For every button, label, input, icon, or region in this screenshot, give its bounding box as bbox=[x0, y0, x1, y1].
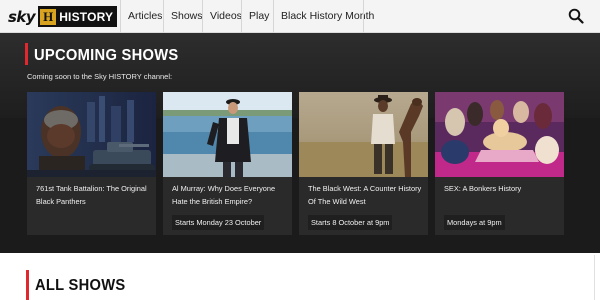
show-card[interactable]: 761st Tank Battalion: The Original Black… bbox=[27, 92, 156, 235]
show-thumbnail-al-murray[interactable] bbox=[163, 92, 292, 177]
upcoming-shows-section: UPCOMING SHOWS Coming soon to the Sky HI… bbox=[0, 33, 600, 253]
nav-divider bbox=[273, 0, 274, 33]
nav-divider bbox=[120, 0, 121, 33]
show-thumbnail-sex-a-bonkers-history[interactable] bbox=[435, 92, 564, 177]
show-card[interactable]: The Black West: A Counter History Of The… bbox=[299, 92, 428, 235]
logo-h-mark: H bbox=[40, 8, 57, 25]
section-accent-bar bbox=[25, 43, 28, 65]
nav-videos[interactable]: Videos bbox=[210, 10, 242, 22]
upcoming-shows-subtitle: Coming soon to the Sky HISTORY channel: bbox=[27, 72, 173, 81]
show-card-schedule-badge: Mondays at 9pm bbox=[444, 215, 505, 230]
all-shows-accent-bar bbox=[26, 270, 29, 300]
nav-shows[interactable]: Shows bbox=[171, 10, 203, 22]
logo-history-box: H HISTORY bbox=[38, 6, 118, 27]
show-card-title[interactable]: SEX: A Bonkers History bbox=[444, 183, 560, 196]
show-thumbnail-the-black-west[interactable] bbox=[299, 92, 428, 177]
upcoming-shows-heading: UPCOMING SHOWS bbox=[34, 47, 179, 64]
show-thumbnail-761st-tank-battalion[interactable] bbox=[27, 92, 156, 177]
show-card[interactable]: Al Murray: Why Does Everyone Hate the Br… bbox=[163, 92, 292, 235]
nav-articles[interactable]: Articles bbox=[128, 10, 162, 22]
show-card[interactable]: SEX: A Bonkers History Mondays at 9pm bbox=[435, 92, 564, 235]
show-card-title[interactable]: The Black West: A Counter History Of The… bbox=[308, 183, 424, 208]
logo-history-text: HISTORY bbox=[59, 9, 114, 24]
nav-black-history-month[interactable]: Black History Month bbox=[281, 10, 374, 22]
show-card-schedule-badge: Starts Monday 23 October bbox=[172, 215, 265, 230]
show-card-title[interactable]: Al Murray: Why Does Everyone Hate the Br… bbox=[172, 183, 288, 208]
all-shows-heading: ALL SHOWS bbox=[35, 277, 126, 294]
search-icon[interactable] bbox=[568, 8, 584, 24]
nav-divider bbox=[202, 0, 203, 33]
sky-history-logo[interactable]: sky H HISTORY bbox=[8, 6, 118, 27]
nav-divider bbox=[363, 0, 364, 33]
nav-divider bbox=[163, 0, 164, 33]
show-card-title[interactable]: 761st Tank Battalion: The Original Black… bbox=[36, 183, 152, 208]
nav-divider bbox=[241, 0, 242, 33]
nav-play[interactable]: Play bbox=[249, 10, 269, 22]
page-edge-rule bbox=[594, 255, 595, 300]
logo-sky-text: sky bbox=[8, 7, 36, 26]
show-card-schedule-badge: Starts 8 October at 9pm bbox=[308, 215, 393, 230]
top-nav: sky H HISTORY Articles Shows Videos Play… bbox=[0, 0, 600, 33]
